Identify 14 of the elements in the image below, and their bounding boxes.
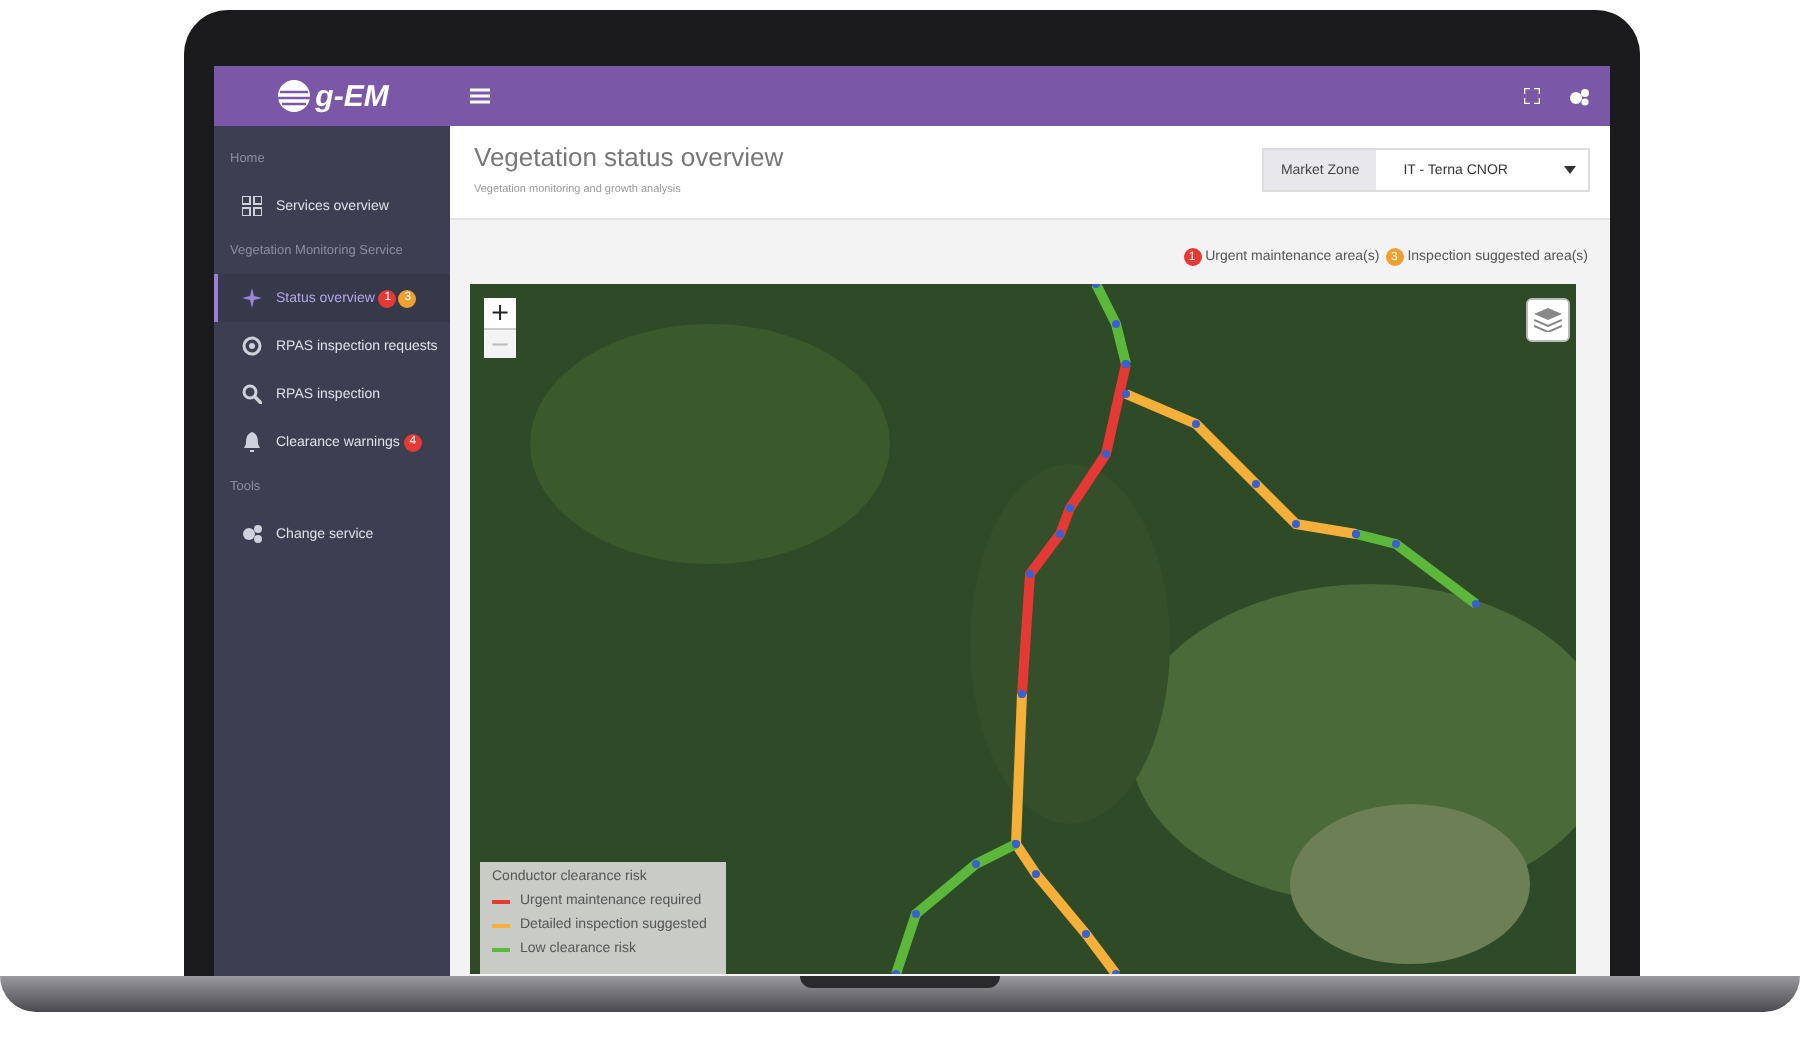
layers-button[interactable] bbox=[1526, 298, 1570, 342]
gears-icon bbox=[242, 524, 262, 544]
bell-icon bbox=[242, 432, 262, 452]
globe-logo-icon bbox=[275, 78, 312, 114]
logo-text: g-EM bbox=[315, 79, 389, 113]
menu-icon bbox=[470, 88, 490, 104]
star-icon bbox=[242, 288, 262, 308]
target-icon bbox=[242, 336, 262, 356]
layers-icon bbox=[1534, 308, 1562, 332]
grid-icon bbox=[242, 196, 262, 216]
search-icon bbox=[242, 384, 262, 404]
gears-icon bbox=[1568, 87, 1590, 105]
fullscreen-icon bbox=[1524, 88, 1540, 104]
page-title: Vegetation status overview bbox=[474, 142, 784, 172]
